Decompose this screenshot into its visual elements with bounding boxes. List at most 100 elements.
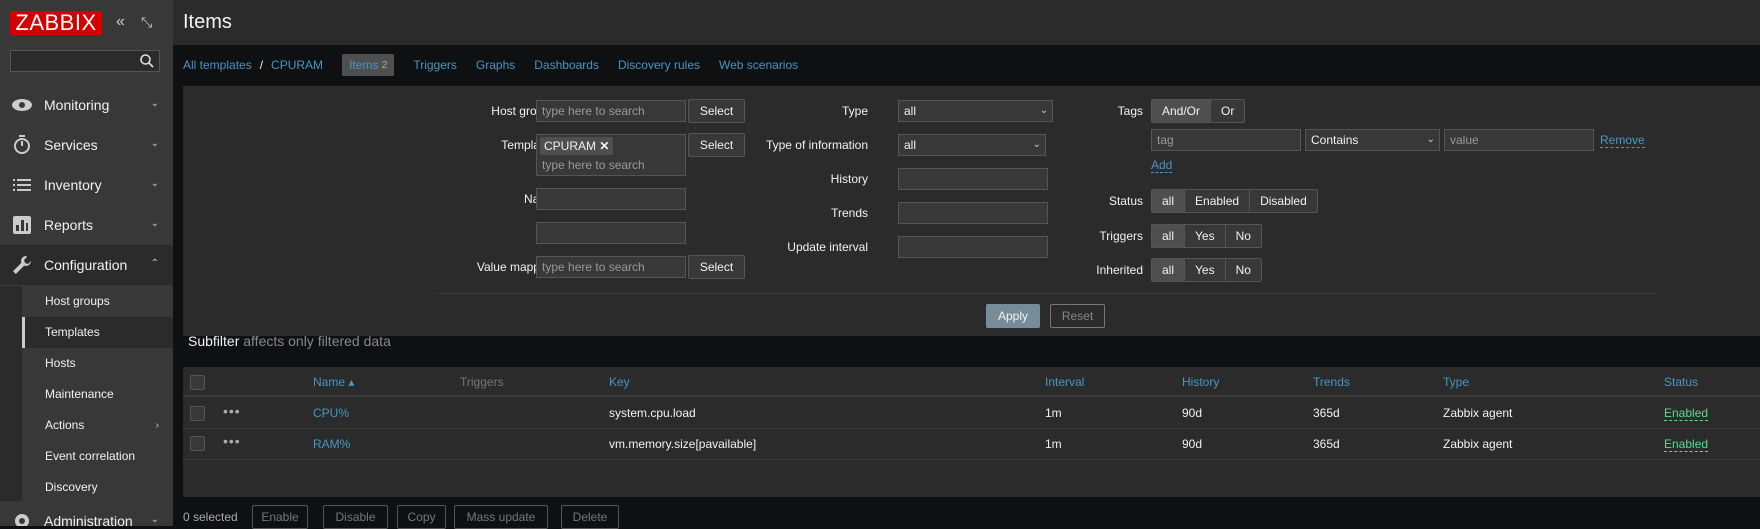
tab-triggers[interactable]: Triggers (413, 54, 457, 76)
inherited-yes-option[interactable]: Yes (1185, 259, 1226, 281)
item-status-link[interactable]: Enabled (1664, 406, 1709, 421)
item-name-link[interactable]: CPU% (313, 398, 349, 429)
menu-inventory[interactable]: Inventory ⌄ (0, 165, 173, 205)
menu-services[interactable]: Services ⌄ (0, 125, 173, 165)
type-label: Type (841, 104, 868, 118)
header-history[interactable]: History (1182, 367, 1219, 397)
type-of-information-select[interactable]: all ⌄ (898, 134, 1046, 156)
host-groups-input[interactable]: type here to search (536, 100, 686, 122)
chart-icon (11, 215, 33, 235)
chevron-up-icon: ⌃ (150, 258, 159, 269)
apply-button[interactable]: Apply (986, 304, 1040, 328)
disable-button[interactable]: Disable (323, 505, 388, 529)
menu-monitoring[interactable]: Monitoring ⌄ (0, 85, 173, 125)
value-mapping-select-button[interactable]: Select (688, 255, 745, 279)
menu-configuration[interactable]: Configuration ⌃ (0, 245, 173, 285)
submenu-maintenance[interactable]: Maintenance (22, 379, 173, 410)
triggers-label: Triggers (1099, 229, 1143, 243)
delete-button[interactable]: Delete (561, 505, 619, 529)
update-interval-input[interactable] (898, 236, 1048, 258)
tag-operator-select[interactable]: Contains ⌄ (1305, 129, 1440, 151)
chip-label: CPURAM (544, 139, 597, 153)
history-input[interactable] (898, 168, 1048, 190)
tab-items[interactable]: Items 2 (342, 53, 395, 77)
menu-label: Inventory (44, 177, 102, 193)
header-status[interactable]: Status (1664, 367, 1698, 397)
collapse-sidebar-icon[interactable]: « (116, 12, 125, 32)
submenu-host-groups[interactable]: Host groups (22, 286, 173, 317)
trends-input[interactable] (898, 202, 1048, 224)
submenu-templates[interactable]: Templates (22, 317, 173, 348)
inherited-all-option[interactable]: all (1152, 259, 1186, 281)
header-trends[interactable]: Trends (1313, 367, 1350, 397)
template-chip: CPURAM ✕ (540, 137, 614, 155)
tab-graphs[interactable]: Graphs (476, 54, 515, 76)
item-type: Zabbix agent (1443, 437, 1513, 451)
status-disabled-option[interactable]: Disabled (1250, 190, 1317, 212)
tab-web-scenarios[interactable]: Web scenarios (719, 54, 798, 76)
configuration-submenu: Host groups Templates Hosts Maintenance … (0, 286, 173, 503)
filter-divider (436, 293, 1656, 294)
tags-andor-option[interactable]: And/Or (1152, 100, 1212, 122)
add-tag-link[interactable]: Add (1151, 158, 1173, 173)
action-bar: 0 selected Enable Disable Copy Mass upda… (183, 500, 1760, 529)
item-key: vm.memory.size[pavailable] (609, 437, 757, 451)
more-actions-icon[interactable]: ••• (223, 403, 241, 419)
submenu-discovery[interactable]: Discovery (22, 472, 173, 503)
header-interval[interactable]: Interval (1045, 367, 1084, 397)
status-label: Status (1108, 194, 1143, 208)
submenu-hosts[interactable]: Hosts (22, 348, 173, 379)
inherited-no-option[interactable]: No (1225, 259, 1261, 281)
triggers-all-option[interactable]: all (1152, 225, 1186, 247)
header-type[interactable]: Type (1443, 367, 1469, 397)
search-icon[interactable] (139, 53, 155, 69)
tag-name-input[interactable]: tag (1151, 129, 1301, 151)
remove-tag-link[interactable]: Remove (1600, 133, 1645, 148)
select-all-checkbox[interactable] (190, 375, 205, 390)
remove-chip-icon[interactable]: ✕ (599, 139, 609, 153)
row-checkbox[interactable] (190, 436, 205, 451)
tag-value-input[interactable]: value (1444, 129, 1594, 151)
breadcrumb-template[interactable]: CPURAM (271, 54, 323, 76)
chevron-down-icon: ⌄ (150, 178, 159, 189)
item-status-link[interactable]: Enabled (1664, 437, 1709, 452)
key-input[interactable] (536, 222, 686, 244)
header-key[interactable]: Key (609, 367, 630, 397)
header-name[interactable]: Name ▴ (313, 367, 354, 397)
kiosk-mode-icon[interactable]: ⤡ (141, 12, 152, 32)
value-mapping-input[interactable]: type here to search (536, 256, 686, 278)
subfilter-label: Subfilter (188, 333, 240, 349)
type-value: all (904, 104, 917, 118)
reset-button[interactable]: Reset (1050, 304, 1105, 328)
triggers-yes-option[interactable]: Yes (1185, 225, 1226, 247)
row-checkbox[interactable] (190, 406, 205, 421)
tags-or-option[interactable]: Or (1211, 100, 1245, 122)
copy-button[interactable]: Copy (397, 505, 446, 529)
submenu-actions[interactable]: Actions › (22, 410, 173, 441)
breadcrumb-all-templates[interactable]: All templates (183, 54, 252, 76)
type-select[interactable]: all ⌄ (898, 100, 1053, 122)
selected-count: 0 selected (183, 510, 238, 524)
sidebar-search-input[interactable] (10, 50, 160, 72)
enable-button[interactable]: Enable (252, 505, 308, 529)
status-all-option[interactable]: all (1152, 190, 1186, 212)
inherited-label: Inherited (1096, 263, 1143, 277)
item-key: system.cpu.load (609, 406, 696, 420)
menu-reports[interactable]: Reports ⌄ (0, 205, 173, 245)
tab-discovery-rules[interactable]: Discovery rules (618, 54, 700, 76)
host-groups-select-button[interactable]: Select (688, 99, 745, 123)
templates-placeholder: type here to search (542, 158, 645, 172)
triggers-no-option[interactable]: No (1225, 225, 1261, 247)
zabbix-logo[interactable]: ZABBIX (10, 11, 102, 35)
mass-update-button[interactable]: Mass update (454, 505, 548, 529)
menu-administration[interactable]: Administration ⌄ (0, 501, 173, 526)
tab-dashboards[interactable]: Dashboards (534, 54, 599, 76)
history-label: History (830, 172, 868, 186)
more-actions-icon[interactable]: ••• (223, 433, 241, 449)
tags-label: Tags (1117, 104, 1143, 118)
templates-input[interactable]: CPURAM ✕ type here to search (536, 134, 686, 176)
status-enabled-option[interactable]: Enabled (1185, 190, 1251, 212)
name-input[interactable] (536, 188, 686, 210)
item-name-link[interactable]: RAM% (313, 429, 350, 460)
submenu-event-correlation[interactable]: Event correlation (22, 441, 173, 472)
